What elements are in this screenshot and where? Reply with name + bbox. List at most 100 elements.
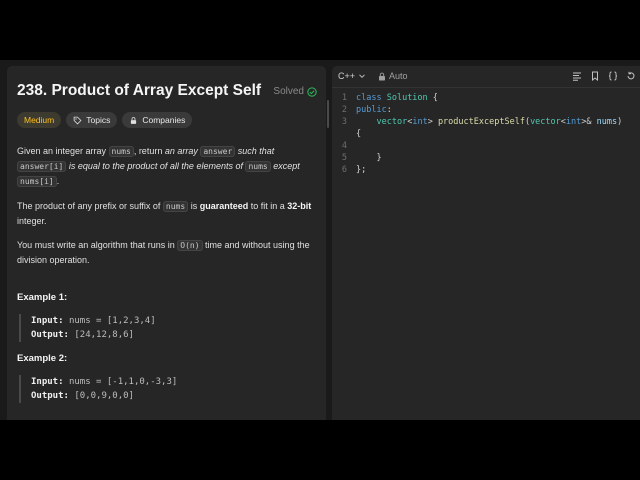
code-line[interactable]: { xyxy=(332,128,640,140)
code-editor-panel: C++ Auto 1 class Solution {2 public: 3 … xyxy=(332,66,640,420)
text: is equal to the product of all the eleme… xyxy=(66,161,246,171)
text: The product of any prefix or suffix of xyxy=(17,201,163,211)
example-2-output: Output: [0,0,9,0,0] xyxy=(31,389,309,403)
description-panel: 238. Product of Array Except Self Solved… xyxy=(7,66,326,420)
input-value: nums = [-1,1,0,-3,3] xyxy=(68,377,178,387)
inline-code: O(n) xyxy=(177,240,203,251)
code-text: } xyxy=(356,152,381,164)
description-paragraph-2: The product of any prefix or suffix of n… xyxy=(17,199,319,228)
inline-code: nums xyxy=(162,201,189,212)
code-line[interactable]: 2 public: xyxy=(332,104,640,116)
code-token: : xyxy=(386,105,392,115)
code-token: Solution xyxy=(386,93,433,103)
example-2-input: Input: nums = [-1,1,0,-3,3] xyxy=(31,375,309,389)
inline-code: answer[i] xyxy=(17,161,67,172)
difficulty-badge[interactable]: Medium xyxy=(17,112,62,128)
code-token: { xyxy=(356,129,362,139)
editor-tools xyxy=(572,71,636,81)
example-2-block: Input: nums = [-1,1,0,-3,3] Output: [0,0… xyxy=(19,375,309,403)
code-text: vector<int> productExceptSelf(vector<int… xyxy=(356,116,622,128)
example-1-output: Output: [24,12,8,6] xyxy=(31,328,309,342)
line-number: 2 xyxy=(341,105,347,115)
code-braces-button[interactable] xyxy=(608,71,618,81)
text: to fit in a xyxy=(248,201,288,211)
code-area[interactable]: 1 class Solution {2 public: 3 vector<int> p… xyxy=(332,92,640,176)
app-window: 238. Product of Array Except Self Solved… xyxy=(0,60,640,420)
lock-icon xyxy=(131,116,137,124)
lock-icon xyxy=(379,72,385,80)
text: such that xyxy=(235,146,275,156)
output-label: Output: xyxy=(31,391,69,401)
code-token: { xyxy=(432,93,438,103)
code-text: }; xyxy=(356,164,366,176)
code-token: int xyxy=(565,117,582,127)
text: is xyxy=(188,201,200,211)
language-label: C++ xyxy=(338,71,356,81)
format-button[interactable] xyxy=(572,71,582,81)
problem-description: Given an integer array nums, return an a… xyxy=(17,144,319,277)
text: Given an integer array xyxy=(17,146,109,156)
output-value: [0,0,9,0,0] xyxy=(74,391,134,401)
inline-code: nums xyxy=(245,161,271,172)
text: guaranteed xyxy=(199,201,249,211)
tag-icon xyxy=(73,116,82,124)
code-token: vector xyxy=(530,117,561,127)
code-line[interactable]: 4 xyxy=(332,140,640,152)
description-paragraph-3: You must write an algorithm that runs in… xyxy=(17,238,319,267)
code-text: class Solution { xyxy=(356,92,438,104)
code-token: public xyxy=(356,105,387,115)
code-token: >& xyxy=(581,117,597,127)
code-line[interactable]: 5 } xyxy=(332,152,640,164)
text: . xyxy=(56,176,60,186)
bookmark-icon xyxy=(592,71,598,81)
text: 32-bit xyxy=(287,201,312,211)
input-label: Input: xyxy=(31,316,64,326)
reset-button[interactable] xyxy=(626,71,636,81)
code-line[interactable]: 6}; xyxy=(332,164,640,176)
scrollbar-thumb[interactable] xyxy=(327,100,329,128)
code-line[interactable]: 3 vector<int> productExceptSelf(vector<i… xyxy=(332,116,640,128)
output-value: [24,12,8,6] xyxy=(74,330,134,340)
bookmark-button[interactable] xyxy=(590,71,600,81)
code-token: class xyxy=(356,93,387,103)
reset-icon xyxy=(627,71,635,80)
inline-code: nums xyxy=(108,146,134,157)
example-1-title: Example 1: xyxy=(17,292,68,303)
code-text: { xyxy=(356,128,361,140)
difficulty-label: Medium xyxy=(24,115,55,125)
code-token: ) xyxy=(617,117,623,127)
text: except xyxy=(270,161,300,171)
text: You must write an algorithm that runs in xyxy=(17,240,178,250)
auto-mode-toggle[interactable]: Auto xyxy=(378,71,408,81)
companies-label: Companies xyxy=(142,115,186,125)
solved-label: Solved xyxy=(273,86,304,97)
language-select[interactable]: C++ xyxy=(338,71,366,81)
code-token: > xyxy=(427,117,438,127)
line-number: 5 xyxy=(341,153,347,163)
editor-toolbar: C++ Auto xyxy=(332,66,640,88)
title-row: 238. Product of Array Except Self Solved xyxy=(17,82,317,104)
problem-title[interactable]: 238. Product of Array Except Self xyxy=(17,82,261,100)
align-left-icon xyxy=(573,72,581,81)
input-value: nums = [1,2,3,4] xyxy=(68,316,156,326)
topics-button[interactable]: Topics xyxy=(66,112,118,128)
example-1-block: Input: nums = [1,2,3,4] Output: [24,12,8… xyxy=(19,314,309,342)
check-circle-icon xyxy=(307,86,317,97)
code-token: productExceptSelf xyxy=(437,117,525,127)
text: an array xyxy=(164,146,201,156)
chevron-down-icon xyxy=(359,74,365,79)
code-text: public: xyxy=(356,104,392,116)
text: integer. xyxy=(17,216,47,226)
code-line[interactable]: 1 class Solution { xyxy=(332,92,640,104)
code-token: nums xyxy=(596,117,618,127)
companies-button[interactable]: Companies xyxy=(122,112,193,128)
output-label: Output: xyxy=(31,330,69,340)
line-number: 3 xyxy=(341,117,347,127)
line-number xyxy=(332,128,356,140)
text: , return xyxy=(133,146,165,156)
example-2-title: Example 2: xyxy=(17,353,68,364)
code-text xyxy=(356,140,361,152)
topics-label: Topics xyxy=(86,115,111,125)
braces-icon xyxy=(608,71,618,81)
code-token: }; xyxy=(356,165,367,175)
